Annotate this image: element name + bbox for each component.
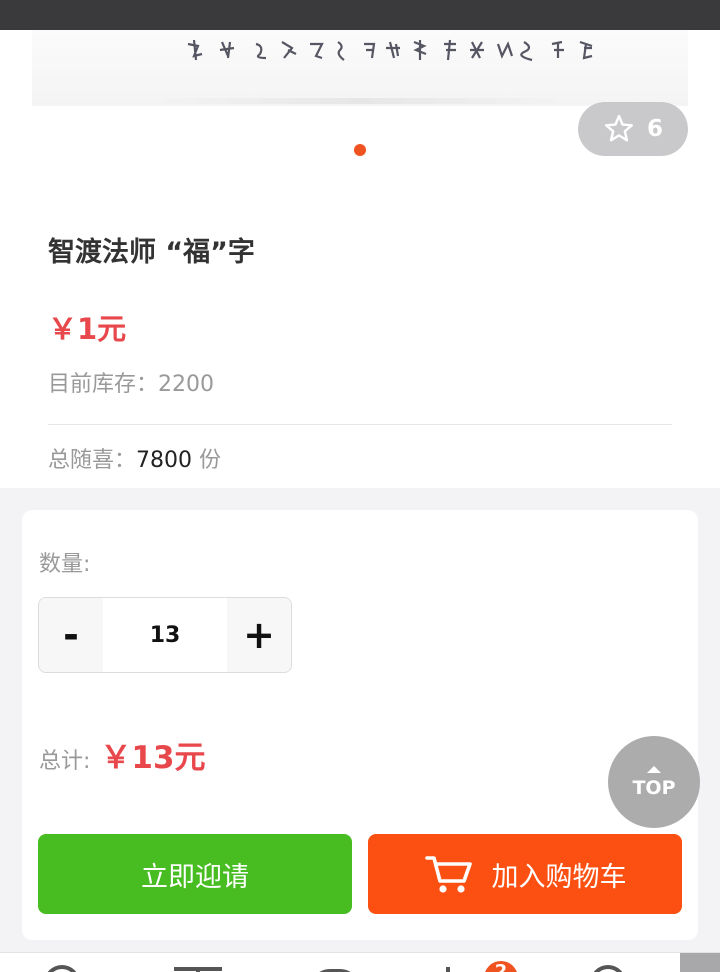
- total-label: 总计:: [39, 749, 91, 774]
- back-to-top-label: TOP: [632, 776, 676, 799]
- add-to-cart-button[interactable]: 加入购物车: [368, 834, 682, 914]
- product-detail-panel: 6 智渡法师 “福”字 ￥1元 目前库存：2200 总随喜：7800 份: [0, 30, 720, 488]
- total-joy-unit: 份: [192, 448, 222, 473]
- favorite-button[interactable]: 6: [578, 102, 688, 156]
- bottom-navigation: 2: [0, 952, 720, 972]
- divider: [48, 424, 672, 425]
- product-title: 智渡法师 “福”字: [48, 237, 255, 268]
- favorite-count: 6: [646, 116, 663, 142]
- request-now-label: 立即迎请: [141, 861, 249, 893]
- carousel-indicator-dot[interactable]: [354, 144, 366, 156]
- increment-button[interactable]: +: [227, 598, 291, 672]
- total-joy-value: 7800: [136, 448, 193, 473]
- quantity-label: 数量:: [39, 552, 91, 577]
- category-icon[interactable]: [174, 967, 222, 972]
- status-bar: [0, 0, 720, 30]
- quantity-stepper: - 13 +: [38, 597, 292, 673]
- quantity-input[interactable]: 13: [103, 598, 227, 672]
- order-total: 总计: ￥13元: [39, 732, 206, 777]
- add-to-cart-label: 加入购物车: [491, 861, 627, 893]
- back-to-top-button[interactable]: TOP: [608, 736, 700, 828]
- total-joy-label: 总随喜：: [48, 448, 137, 473]
- cart-icon: [424, 856, 472, 893]
- product-image[interactable]: [32, 30, 688, 106]
- home-icon[interactable]: [44, 965, 80, 972]
- total-value: ￥13元: [100, 740, 206, 776]
- request-now-button[interactable]: 立即迎请: [38, 834, 352, 914]
- star-icon: [604, 114, 633, 142]
- cart-count-badge: 2: [484, 961, 518, 972]
- decrement-button[interactable]: -: [39, 598, 103, 672]
- calligraphy-inscription: [187, 39, 593, 62]
- cart-nav-icon[interactable]: [440, 965, 456, 972]
- stock-info: 目前库存：2200: [48, 366, 214, 398]
- product-price: ￥1元: [48, 312, 127, 346]
- order-card: 数量: - 13 + 总计: ￥13元 立即迎请 加入购物车: [22, 510, 698, 940]
- scroll-indicator: [680, 953, 720, 972]
- image-shadow: [142, 98, 582, 104]
- total-joy-info: 总随喜：7800 份: [48, 442, 221, 474]
- profile-icon[interactable]: [590, 965, 626, 972]
- arrow-up-icon: [647, 765, 661, 773]
- stock-value: 2200: [158, 372, 215, 397]
- stock-label: 目前库存：: [48, 372, 159, 397]
